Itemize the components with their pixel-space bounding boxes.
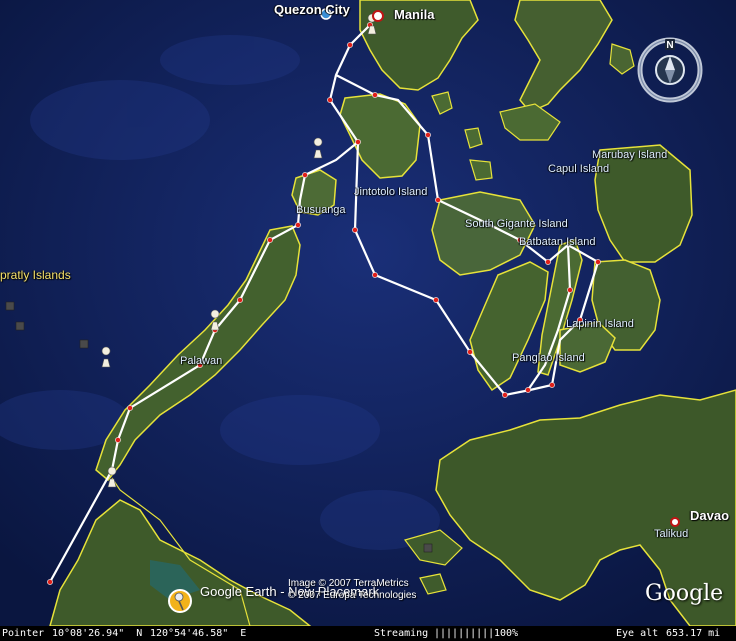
waypoint[interactable] xyxy=(549,382,555,388)
attribution-line-2: © 2007 Europa Technologies xyxy=(288,590,417,601)
city-marker-davao[interactable] xyxy=(670,517,680,527)
waypoint[interactable] xyxy=(425,132,431,138)
waypoint[interactable] xyxy=(567,287,573,293)
waypoint[interactable] xyxy=(47,579,53,585)
imagery-attribution: Image © 2007 TerraMetrics © 2007 Europa … xyxy=(288,578,416,602)
pointer-latitude: 10°08'26.94" N xyxy=(52,628,143,639)
waypoint[interactable] xyxy=(545,259,551,265)
eye-alt-value: 653.17 mi xyxy=(666,628,721,639)
label-south-gigante-island[interactable]: South Gigante Island xyxy=(465,218,568,230)
waypoint[interactable] xyxy=(372,92,378,98)
waypoint[interactable] xyxy=(295,222,301,228)
waypoint[interactable] xyxy=(435,197,441,203)
waypoint[interactable] xyxy=(502,392,508,398)
satellite-imagery[interactable] xyxy=(0,0,736,626)
pointer-longitude: 120°54'46.58" E xyxy=(150,628,247,639)
label-marubay-island[interactable]: Marubay Island xyxy=(592,149,667,161)
reef-marker[interactable] xyxy=(15,321,25,331)
compass-north-label: N xyxy=(666,40,674,51)
waypoint[interactable] xyxy=(352,227,358,233)
label-quezon-city[interactable]: Quezon City xyxy=(274,2,350,17)
waypoint[interactable] xyxy=(237,297,243,303)
waypoint[interactable] xyxy=(595,259,601,265)
reef-marker[interactable] xyxy=(5,301,15,311)
reef-marker[interactable] xyxy=(79,339,89,349)
label-spratly-islands[interactable]: pratly Islands xyxy=(0,268,71,282)
label-manila[interactable]: Manila xyxy=(394,7,434,22)
map-viewport[interactable]: Quezon City Manila Marubay Island Capul … xyxy=(0,0,736,641)
compass-icon[interactable]: N xyxy=(636,36,704,104)
waypoint[interactable] xyxy=(347,42,353,48)
waypoint[interactable] xyxy=(372,272,378,278)
label-panglao-island[interactable]: Panglao Island xyxy=(512,352,585,364)
waypoint[interactable] xyxy=(467,349,473,355)
label-lapinin-island[interactable]: Lapinin Island xyxy=(566,318,634,330)
reef-marker[interactable] xyxy=(423,543,433,553)
waypoint[interactable] xyxy=(302,172,308,178)
streaming-percent: 100% xyxy=(494,628,519,639)
waypoint[interactable] xyxy=(115,437,121,443)
status-bar: Pointer 10°08'26.94" N 120°54'46.58" E S… xyxy=(0,626,736,641)
streaming-progress: |||||||||| xyxy=(434,628,495,639)
waypoint[interactable] xyxy=(327,97,333,103)
streaming-label: Streaming xyxy=(374,628,429,639)
attribution-line-1: Image © 2007 TerraMetrics xyxy=(288,578,409,589)
eye-alt-label: Eye alt xyxy=(616,628,659,639)
google-logo: Google xyxy=(645,581,724,606)
label-batbatan-island[interactable]: Batbatan Island xyxy=(519,236,595,248)
label-capul-island[interactable]: Capul Island xyxy=(548,163,609,175)
waypoint[interactable] xyxy=(267,237,273,243)
pushpin-icon[interactable] xyxy=(167,588,193,614)
waypoint[interactable] xyxy=(355,139,361,145)
label-busuanga[interactable]: Busuanga xyxy=(296,204,346,216)
city-marker-manila[interactable] xyxy=(372,10,384,22)
label-talikud[interactable]: Talikud xyxy=(654,528,688,540)
waypoint[interactable] xyxy=(127,405,133,411)
pointer-label: Pointer xyxy=(2,628,45,639)
waypoint[interactable] xyxy=(525,387,531,393)
label-palawan[interactable]: Palawan xyxy=(180,355,222,367)
label-davao[interactable]: Davao xyxy=(690,508,729,523)
label-jintotolo-island[interactable]: Jintotolo Island xyxy=(354,186,427,198)
waypoint[interactable] xyxy=(433,297,439,303)
